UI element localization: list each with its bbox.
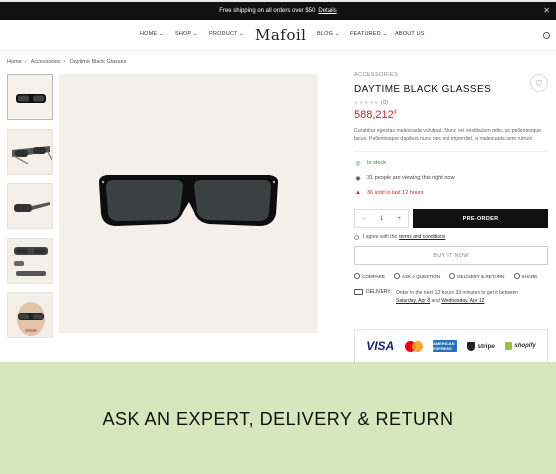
nav-home[interactable]: HOME ⌄ (140, 31, 164, 37)
amex-logo: AMERICAN EXPRESS (432, 340, 457, 352)
nav-featured[interactable]: FEATURED ⌄ (350, 31, 387, 37)
stock-status: ◎ In stock (355, 160, 386, 167)
nav-blog[interactable]: BLOG ⌄ (317, 31, 340, 37)
minus-icon[interactable]: − (362, 216, 366, 222)
shield-icon (467, 341, 476, 351)
stripe-logo: stripe (467, 341, 495, 351)
eye-icon: ◉ (355, 175, 361, 182)
question-icon (393, 273, 400, 279)
thumbnail-list (7, 74, 53, 347)
ask-question-link[interactable]: ASK A QUESTION (393, 273, 440, 279)
wishlist-heart-icon[interactable]: ♡ (530, 74, 548, 92)
delivery-date-start: Saturday, Apr 8 (396, 298, 431, 304)
shopify-logo: shopify (505, 342, 536, 350)
main-nav: HOME ⌄ SHOP ⌄ PRODUCT ⌄ Mafoil BLOG ⌄ FE… (0, 20, 556, 51)
close-icon[interactable]: ✕ (543, 6, 550, 15)
delivery-return-link[interactable]: DELIVERY & RETURN (449, 273, 505, 279)
share-link[interactable]: SHARE (513, 273, 537, 279)
check-circle-icon: ◎ (355, 160, 361, 167)
delivery-label: DELIVERY: (366, 289, 392, 295)
breadcrumb: Home › Accessories › Daytime Black Glasses (7, 59, 127, 65)
breadcrumb-home[interactable]: Home (7, 59, 22, 65)
product-actions: COMPARE ASK A QUESTION DELIVERY & RETURN… (354, 273, 548, 279)
thumbnail-3[interactable] (7, 183, 53, 229)
product-main-image[interactable] (59, 74, 318, 333)
quantity-stepper[interactable]: − 1 + (354, 209, 409, 228)
banner-text: ASK AN EXPERT, DELIVERY & RETURN (102, 408, 454, 429)
compare-link[interactable]: COMPARE (354, 273, 385, 279)
viewers-status: ◉ 31 people are viewing this right now (355, 175, 455, 182)
terms-link[interactable]: terms and conditions (399, 234, 445, 240)
shopping-bag-icon (505, 342, 513, 350)
quantity-value[interactable]: 1 (380, 216, 383, 222)
payment-methods: VISA AMERICAN EXPRESS stripe shopify (354, 329, 548, 363)
delivery-text: Order in the next 13 hours 33 minutes to… (396, 290, 519, 296)
site-logo[interactable]: Mafoil (255, 26, 306, 44)
announcement-details-link[interactable]: Details (318, 8, 336, 14)
purchase-row: − 1 + PRE-ORDER (354, 209, 548, 228)
thumbnail-4[interactable] (7, 237, 53, 284)
nav-shop[interactable]: SHOP ⌄ (175, 31, 198, 37)
thumbnail-1[interactable] (7, 74, 53, 120)
flame-icon: ▲ (355, 190, 361, 196)
box-icon (449, 273, 456, 279)
product-price: 588,212đ (354, 109, 397, 121)
rating: ★★★★★ (0) (354, 100, 389, 106)
divider (354, 151, 548, 152)
product-category[interactable]: ACCESSORIES (354, 72, 548, 78)
delivery-info: DELIVERY: Order in the next 13 hours 33 … (354, 289, 548, 305)
currency-symbol: đ (393, 109, 397, 116)
share-icon (513, 273, 520, 279)
buy-it-now-button[interactable]: BUY IT NOW (354, 246, 548, 265)
thumbnail-2[interactable] (7, 128, 53, 175)
truck-icon (354, 289, 363, 295)
nav-product[interactable]: PRODUCT ⌄ (209, 31, 244, 37)
product-title: DAYTIME BLACK GLASSES (354, 84, 492, 95)
pre-order-button[interactable]: PRE-ORDER (413, 209, 548, 228)
terms-checkbox[interactable] (354, 234, 359, 240)
breadcrumb-accessories[interactable]: Accessories (31, 59, 61, 65)
mastercard-logo (404, 340, 423, 352)
delivery-date-end: Wednesday, Apr 12 (441, 298, 485, 304)
feature-banner: ASK AN EXPERT, DELIVERY & RETURN (0, 362, 556, 474)
account-icon[interactable] (543, 32, 550, 39)
nav-about-us[interactable]: ABOUT US (395, 31, 425, 37)
plus-icon[interactable]: + (397, 216, 401, 222)
product-description: Curabitur egestas malesuada volutpat. Nu… (354, 128, 542, 142)
breadcrumb-current: Daytime Black Glasses (69, 59, 127, 65)
compare-icon (354, 273, 360, 279)
announcement-text: Free shipping on all orders over $50 (219, 8, 316, 14)
visa-logo: VISA (366, 339, 395, 353)
terms-agreement[interactable]: I agree with the terms and conditions (354, 234, 548, 240)
product-info: ACCESSORIES DAYTIME BLACK GLASSES ♡ ★★★★… (354, 72, 548, 305)
sold-status: ▲ 36 sold in last 12 hours (355, 190, 424, 196)
announcement-bar: Free shipping on all orders over $50 Det… (0, 0, 556, 20)
rating-count: (0) (380, 100, 389, 106)
thumbnail-5[interactable] (7, 292, 53, 338)
